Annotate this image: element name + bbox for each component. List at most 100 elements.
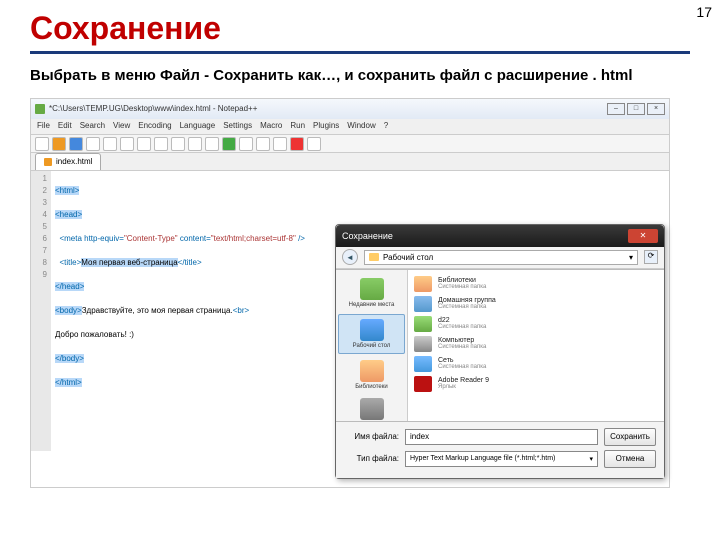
menu-settings[interactable]: Settings <box>223 121 252 132</box>
back-icon[interactable]: ◄ <box>342 249 358 265</box>
menu-run[interactable]: Run <box>290 121 305 132</box>
sidebar-desktop[interactable]: Рабочий стол <box>338 314 405 354</box>
sidebar-label: Библиотеки <box>355 384 388 390</box>
toolbar-save-icon[interactable] <box>69 137 83 151</box>
save-as-dialog: Сохранение ✕ ◄ Рабочий стол ▾ ⟳ Недавние… <box>335 224 665 479</box>
item-sub: Системная папка <box>438 324 486 330</box>
item-sub: Системная папка <box>438 304 496 310</box>
chevron-down-icon: ▾ <box>589 455 593 463</box>
toolbar-undo-icon[interactable] <box>188 137 202 151</box>
menu-window[interactable]: Window <box>347 121 375 132</box>
toolbar-copy-icon[interactable] <box>154 137 168 151</box>
page-number: 17 <box>696 4 712 20</box>
toolbar-zoom-out-icon[interactable] <box>273 137 287 151</box>
pc-icon <box>414 336 432 352</box>
sidebar-libraries[interactable]: Библиотеки <box>336 356 407 394</box>
recent-icon <box>360 278 384 300</box>
save-button[interactable]: Сохранить <box>604 428 656 446</box>
sidebar-computer[interactable]: Компьютер <box>336 394 407 422</box>
code-text: </head> <box>55 282 84 291</box>
window-titlebar: *C:\Users\TEMP.UG\Desktop\www\index.html… <box>31 99 669 119</box>
toolbar-record-icon[interactable] <box>290 137 304 151</box>
desktop-icon <box>360 319 384 341</box>
cancel-button[interactable]: Отмена <box>604 450 656 468</box>
tab-index[interactable]: index.html <box>35 153 101 170</box>
slide-subtitle: Выбрать в меню Файл - Сохранить как…, и … <box>30 66 690 86</box>
app-icon <box>35 104 45 114</box>
location-text: Рабочий стол <box>383 253 433 262</box>
notepadpp-window: *C:\Users\TEMP.UG\Desktop\www\index.html… <box>30 98 670 488</box>
location-box[interactable]: Рабочий стол ▾ <box>364 250 638 265</box>
tab-label: index.html <box>56 157 92 166</box>
code-text: Здравствуйте, это моя первая страница. <box>82 306 233 315</box>
menu-encoding[interactable]: Encoding <box>138 121 171 132</box>
minimize-button[interactable]: – <box>607 103 625 115</box>
network-icon <box>414 356 432 372</box>
window-title: *C:\Users\TEMP.UG\Desktop\www\index.html… <box>49 104 257 113</box>
code-area[interactable]: <html> <head> <meta http-equiv="Content-… <box>51 171 309 451</box>
computer-icon <box>360 398 384 420</box>
tab-bar: index.html <box>31 153 669 171</box>
toolbar-find-icon[interactable] <box>222 137 236 151</box>
code-text: <meta http-equiv= <box>55 234 124 243</box>
code-text: <head> <box>55 210 82 219</box>
menu-help[interactable]: ? <box>384 121 388 132</box>
list-item[interactable]: БиблиотекиСистемная папка <box>414 274 658 294</box>
chevron-down-icon[interactable]: ▾ <box>629 253 633 262</box>
close-button[interactable]: × <box>647 103 665 115</box>
line-num: 6 <box>35 233 47 245</box>
toolbar-print-icon[interactable] <box>120 137 134 151</box>
sidebar: Недавние места Рабочий стол Библиотеки К… <box>336 270 408 421</box>
toolbar-open-icon[interactable] <box>52 137 66 151</box>
item-title: d22 <box>438 317 486 324</box>
homegroup-icon <box>414 296 432 312</box>
menu-macro[interactable]: Macro <box>260 121 282 132</box>
line-num: 2 <box>35 185 47 197</box>
adobe-icon <box>414 376 432 392</box>
code-text: <body> <box>55 306 82 315</box>
filetype-select[interactable]: Hyper Text Markup Language file (*.html;… <box>405 451 598 467</box>
menu-language[interactable]: Language <box>180 121 216 132</box>
toolbar-replace-icon[interactable] <box>239 137 253 151</box>
list-item[interactable]: Домашняя группаСистемная папка <box>414 294 658 314</box>
menu-plugins[interactable]: Plugins <box>313 121 339 132</box>
filename-input[interactable] <box>405 429 598 445</box>
filetype-value: Hyper Text Markup Language file (*.html;… <box>410 455 555 462</box>
toolbar-saveall-icon[interactable] <box>86 137 100 151</box>
code-text: </title> <box>178 258 202 267</box>
list-item[interactable]: КомпьютерСистемная папка <box>414 334 658 354</box>
line-gutter: 1 2 3 4 5 6 7 8 9 <box>31 171 51 451</box>
list-item[interactable]: Adobe Reader 9Ярлык <box>414 374 658 394</box>
line-num: 5 <box>35 221 47 233</box>
toolbar-new-icon[interactable] <box>35 137 49 151</box>
menu-view[interactable]: View <box>113 121 130 132</box>
item-sub: Системная папка <box>438 364 486 370</box>
toolbar-zoom-in-icon[interactable] <box>256 137 270 151</box>
line-num: 1 <box>35 173 47 185</box>
sidebar-recent[interactable]: Недавние места <box>336 274 407 312</box>
library-icon <box>414 276 432 292</box>
file-list[interactable]: БиблиотекиСистемная папка Домашняя групп… <box>408 270 664 421</box>
line-num: 3 <box>35 197 47 209</box>
toolbar-redo-icon[interactable] <box>205 137 219 151</box>
code-text: <html> <box>55 186 79 195</box>
menu-edit[interactable]: Edit <box>58 121 72 132</box>
list-item[interactable]: d22Системная папка <box>414 314 658 334</box>
maximize-button[interactable]: □ <box>627 103 645 115</box>
close-icon[interactable]: ✕ <box>628 229 658 243</box>
libraries-icon <box>360 360 384 382</box>
code-text: content= <box>178 234 211 243</box>
item-sub: Системная папка <box>438 344 486 350</box>
list-item[interactable]: СетьСистемная папка <box>414 354 658 374</box>
toolbar-paste-icon[interactable] <box>171 137 185 151</box>
item-sub: Системная папка <box>438 284 486 290</box>
toolbar-close-icon[interactable] <box>103 137 117 151</box>
refresh-icon[interactable]: ⟳ <box>644 250 658 264</box>
item-sub: Ярлык <box>438 384 489 390</box>
toolbar-play-icon[interactable] <box>307 137 321 151</box>
toolbar-cut-icon[interactable] <box>137 137 151 151</box>
menu-search[interactable]: Search <box>80 121 105 132</box>
user-icon <box>414 316 432 332</box>
menu-file[interactable]: File <box>37 121 50 132</box>
code-text: <title> <box>55 258 81 267</box>
